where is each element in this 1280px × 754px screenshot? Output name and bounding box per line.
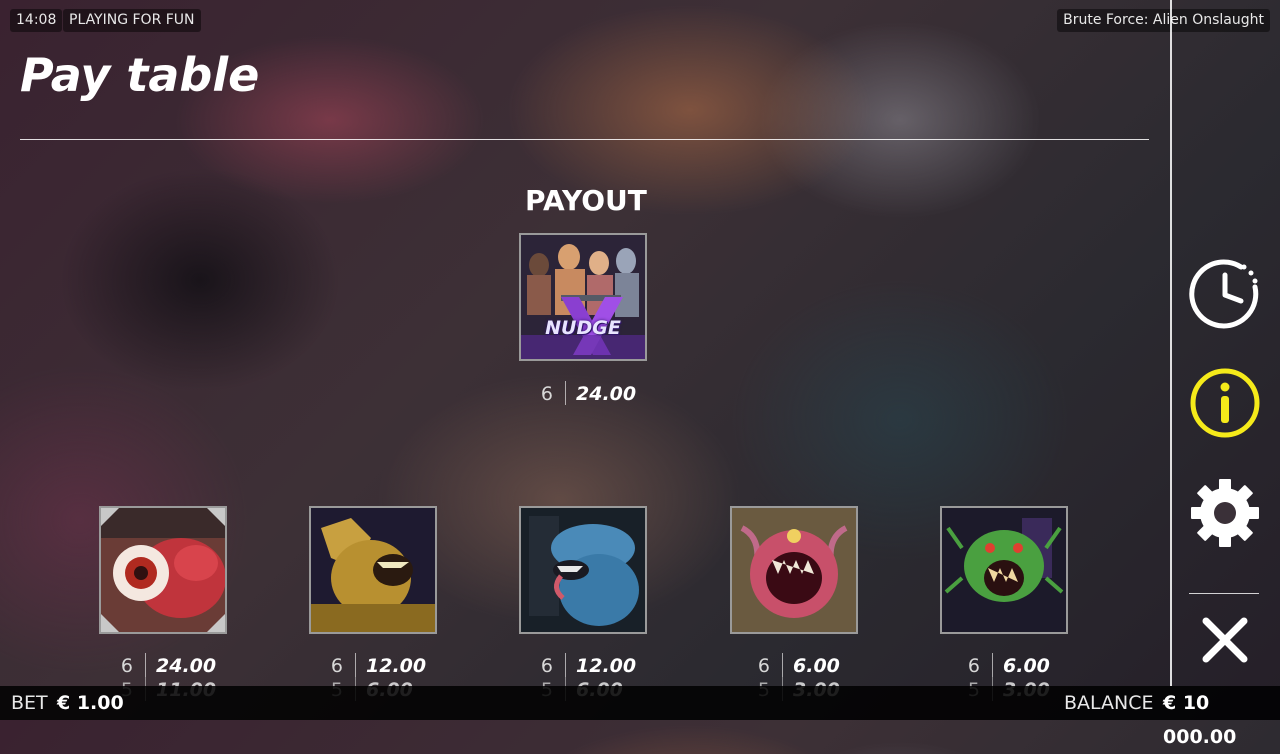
payout-amount: 12.00 [366, 655, 427, 677]
red-eye-alien-symbol [99, 506, 227, 634]
close-icon [1202, 617, 1248, 663]
symbol-count: 6 [540, 383, 553, 405]
history-clock-icon [1189, 259, 1259, 329]
yellow-beast-alien-art [311, 508, 435, 632]
heroes-nudge-art [521, 235, 645, 359]
bet-label: BET [11, 692, 48, 714]
side-menu-separator [1189, 593, 1259, 594]
balance-label: BALANCE [1064, 692, 1154, 714]
nudge-tile-text: NUDGE [545, 317, 621, 339]
yellow-beast-alien-symbol [309, 506, 437, 634]
symbol-payline: 6 6.00 [960, 653, 1050, 677]
game-title: Brute Force: Alien Onslaught [1057, 9, 1270, 32]
bet-value: € 1.00 [57, 692, 124, 714]
pink-maw-alien-symbol [730, 506, 858, 634]
clock: 14:08 [10, 9, 63, 32]
payout-amount: 6.00 [793, 655, 840, 677]
symbol-payline: 6 24.00 [113, 653, 216, 677]
blue-xeno-alien-art [521, 508, 645, 632]
symbol-count: 6 [120, 655, 133, 677]
symbol-payline: 6 12.00 [323, 653, 426, 677]
green-bug-alien-symbol [940, 506, 1068, 634]
payout-amount: 24.00 [576, 383, 637, 405]
feature-payline: 6 24.00 [533, 381, 636, 405]
red-eye-alien-art [101, 508, 225, 632]
blue-xeno-alien-symbol [519, 506, 647, 634]
symbol-count: 6 [540, 655, 553, 677]
play-mode-badge: PLAYING FOR FUN [63, 9, 201, 32]
history-button[interactable] [1189, 257, 1261, 329]
pink-maw-alien-art [732, 508, 856, 632]
symbol-count: 6 [330, 655, 343, 677]
settings-button[interactable] [1189, 477, 1261, 549]
symbol-count: 6 [757, 655, 770, 677]
payout-amount: 6.00 [1003, 655, 1050, 677]
symbol-payline: 6 12.00 [533, 653, 636, 677]
green-bug-alien-art [942, 508, 1066, 632]
page-title: Pay table [20, 48, 260, 102]
side-menu-divider [1170, 0, 1172, 686]
heroes-nudge-symbol: NUDGE [519, 233, 647, 361]
symbol-count: 6 [967, 655, 980, 677]
info-icon [1190, 368, 1260, 438]
balance-value: € 10 000.00 [1163, 692, 1237, 748]
info-button[interactable] [1189, 367, 1261, 439]
payout-amount: 12.00 [576, 655, 637, 677]
settings-gear-icon [1191, 479, 1259, 547]
close-button[interactable] [1189, 604, 1261, 676]
payout-heading: PAYOUT [525, 184, 647, 217]
title-divider [20, 139, 1149, 140]
payout-amount: 24.00 [156, 655, 217, 677]
bottom-bar: BET € 1.00 BALANCE € 10 000.00 [0, 686, 1280, 748]
symbol-payline: 6 6.00 [750, 653, 840, 677]
